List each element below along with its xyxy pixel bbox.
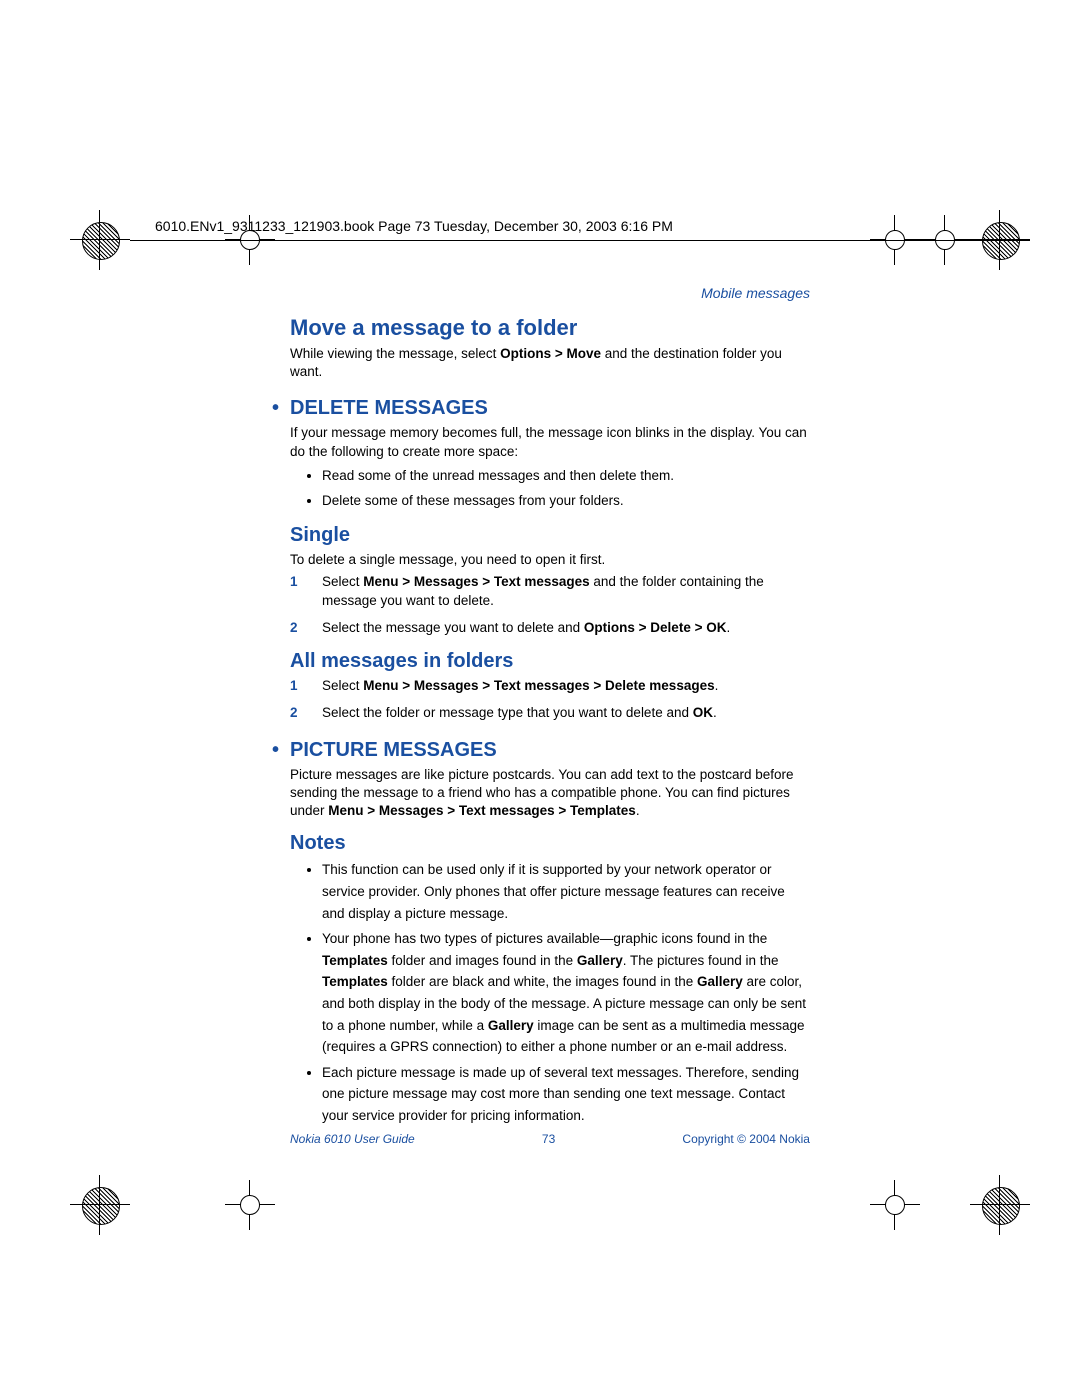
text: Select (322, 574, 363, 589)
registration-mark-icon (70, 1175, 130, 1235)
heading-notes: Notes (290, 832, 810, 855)
list-item: Select the message you want to delete an… (290, 619, 810, 638)
all-folders-steps: Select Menu > Messages > Text messages >… (290, 677, 810, 723)
bold-text: Menu > Messages > Text messages (363, 574, 589, 589)
list-item: Select Menu > Messages > Text messages >… (290, 677, 810, 696)
text: While viewing the message, select (290, 346, 500, 361)
document-page: 6010.ENv1_9311233_121903.book Page 73 Tu… (0, 0, 1080, 1397)
bold-text: Options > Delete > OK (584, 620, 727, 635)
text: . The pictures found in the (623, 953, 779, 968)
heading-text: PICTURE MESSAGES (290, 739, 497, 761)
registration-mark-icon (970, 1175, 1030, 1235)
text: . (715, 678, 719, 693)
list-item: Delete some of these messages from your … (322, 490, 810, 512)
footer-copyright: Copyright © 2004 Nokia (682, 1132, 810, 1146)
registration-mark-icon (70, 210, 130, 270)
text: . (713, 705, 717, 720)
bold-text: Templates (322, 953, 388, 968)
text: Select the folder or message type that y… (322, 705, 693, 720)
list-item: Read some of the unread messages and the… (322, 465, 810, 487)
delete-bullets: Read some of the unread messages and the… (290, 465, 810, 512)
chapter-label: Mobile messages (290, 285, 810, 301)
text: Select (322, 678, 363, 693)
heading-single: Single (290, 524, 810, 547)
text: Your phone has two types of pictures ava… (322, 931, 767, 946)
text: folder are black and white, the images f… (388, 974, 697, 989)
bold-text: Options > Move (500, 346, 601, 361)
bold-text: Menu > Messages > Text messages > Templa… (328, 803, 636, 818)
heading-all-folders: All messages in folders (290, 650, 810, 673)
list-item: Select the folder or message type that y… (290, 704, 810, 723)
delete-intro: If your message memory becomes full, the… (290, 424, 810, 460)
list-item: Each picture message is made up of sever… (322, 1062, 810, 1127)
single-steps: Select Menu > Messages > Text messages a… (290, 573, 810, 638)
bold-text: Gallery (577, 953, 623, 968)
bold-text: OK (693, 705, 713, 720)
page-footer: Nokia 6010 User Guide 73 Copyright © 200… (290, 1132, 810, 1146)
header-rule (130, 240, 1030, 241)
single-intro: To delete a single message, you need to … (290, 551, 810, 569)
page-content: Mobile messages Move a message to a fold… (290, 285, 810, 1131)
bold-text: Gallery (488, 1018, 534, 1033)
page-header-meta: 6010.ENv1_9311233_121903.book Page 73 Tu… (155, 218, 673, 234)
bold-text: Gallery (697, 974, 743, 989)
heading-delete-messages: DELETE MESSAGES (290, 397, 810, 420)
heading-picture-messages: PICTURE MESSAGES (290, 739, 810, 762)
picture-paragraph: Picture messages are like picture postca… (290, 766, 810, 821)
notes-bullets: This function can be used only if it is … (290, 859, 810, 1126)
text: Select the message you want to delete an… (322, 620, 584, 635)
text: folder and images found in the (388, 953, 577, 968)
heading-move-message: Move a message to a folder (290, 315, 810, 341)
move-paragraph: While viewing the message, select Option… (290, 345, 810, 381)
crosshair-icon (870, 1180, 920, 1230)
text: . (726, 620, 730, 635)
footer-page-number: 73 (542, 1132, 555, 1146)
list-item: Your phone has two types of pictures ava… (322, 928, 810, 1058)
footer-guide-title: Nokia 6010 User Guide (290, 1132, 415, 1146)
crosshair-icon (225, 1180, 275, 1230)
bold-text: Templates (322, 974, 388, 989)
list-item: Select Menu > Messages > Text messages a… (290, 573, 810, 611)
bold-text: Menu > Messages > Text messages > Delete… (363, 678, 714, 693)
list-item: This function can be used only if it is … (322, 859, 810, 924)
text: . (636, 803, 640, 818)
heading-text: DELETE MESSAGES (290, 397, 488, 419)
